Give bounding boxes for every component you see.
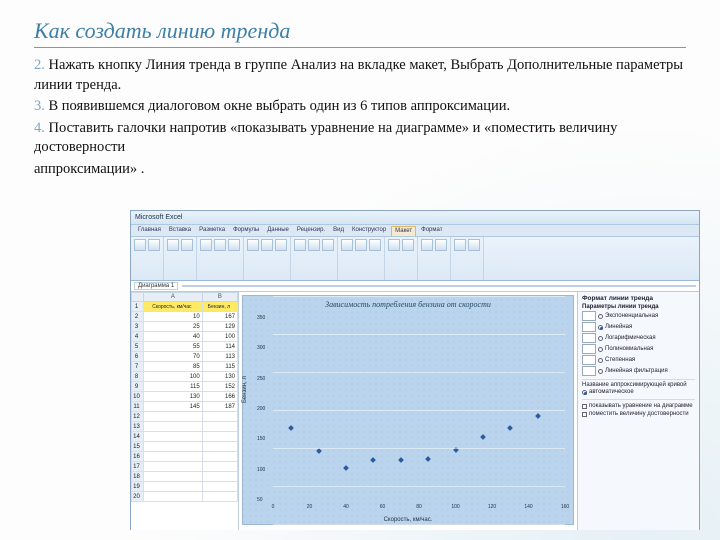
- tab-Конструктор[interactable]: Конструктор: [349, 226, 389, 236]
- opt-auto-name[interactable]: автоматическое: [582, 389, 695, 396]
- data-point[interactable]: [480, 434, 486, 440]
- ribbon-tabs[interactable]: ГлавнаяВставкаРазметкаФормулыДанныеРецен…: [131, 225, 699, 237]
- y-tick: 250: [257, 376, 265, 382]
- ribbon-button-icon[interactable]: [148, 239, 160, 251]
- data-point[interactable]: [398, 457, 404, 463]
- trend-option[interactable]: Линейная: [582, 322, 695, 332]
- ribbon-button-icon[interactable]: [214, 239, 226, 251]
- ribbon-button-icon[interactable]: [247, 239, 259, 251]
- tab-Макет[interactable]: Макет: [391, 226, 416, 236]
- formula-input[interactable]: [182, 285, 696, 287]
- window-titlebar: Microsoft Excel: [131, 211, 699, 225]
- data-point[interactable]: [535, 413, 541, 419]
- x-tick: 140: [524, 504, 532, 510]
- ribbon-button-icon[interactable]: [355, 239, 367, 251]
- plot-area: [273, 318, 565, 498]
- tab-Формат[interactable]: Формат: [418, 226, 445, 236]
- x-tick: 160: [561, 504, 569, 510]
- ribbon-button-icon[interactable]: [308, 239, 320, 251]
- worksheet[interactable]: AB1Скорость, км/часБензин, л210167325129…: [131, 292, 239, 530]
- ribbon-button-icon[interactable]: [369, 239, 381, 251]
- trendline-format-pane[interactable]: Формат линии тренда Параметры линии трен…: [577, 292, 699, 530]
- ribbon-button-icon[interactable]: [421, 239, 433, 251]
- trend-option[interactable]: Экспоненциальная: [582, 311, 695, 321]
- y-tick: 300: [257, 345, 265, 351]
- ribbon-button-icon[interactable]: [200, 239, 212, 251]
- chk-show-equation[interactable]: показывать уравнение на диаграмме: [582, 403, 695, 410]
- ribbon-button-icon[interactable]: [388, 239, 400, 251]
- x-tick: 20: [307, 504, 313, 510]
- slide-title: Как создать линию тренда: [34, 18, 686, 48]
- ribbon-button-icon[interactable]: [261, 239, 273, 251]
- slide-body: 2. Нажать кнопку Линия тренда в группе А…: [34, 56, 686, 179]
- y-tick: 50: [257, 497, 263, 503]
- ribbon-button-icon[interactable]: [468, 239, 480, 251]
- chk-show-r2[interactable]: поместить величину достоверности: [582, 411, 695, 418]
- excel-screenshot: Microsoft Excel ГлавнаяВставкаРазметкаФо…: [130, 210, 700, 530]
- x-tick: 100: [451, 504, 459, 510]
- ribbon-button-icon[interactable]: [134, 239, 146, 251]
- ribbon-button-icon[interactable]: [294, 239, 306, 251]
- ribbon-button-icon[interactable]: [454, 239, 466, 251]
- ribbon-button-icon[interactable]: [181, 239, 193, 251]
- trend-option[interactable]: Логарифмическая: [582, 333, 695, 343]
- ribbon: [131, 237, 699, 281]
- data-point[interactable]: [425, 456, 431, 462]
- x-tick: 60: [380, 504, 386, 510]
- chart-title: Зависимость потребления бензина от скоро…: [243, 296, 573, 309]
- y-tick: 200: [257, 406, 265, 412]
- data-point[interactable]: [343, 465, 349, 471]
- x-tick: 120: [488, 504, 496, 510]
- ribbon-button-icon[interactable]: [402, 239, 414, 251]
- y-tick: 100: [257, 467, 265, 473]
- x-tick: 80: [416, 504, 422, 510]
- ribbon-button-icon[interactable]: [341, 239, 353, 251]
- x-tick: 40: [343, 504, 349, 510]
- y-tick: 150: [257, 436, 265, 442]
- y-tick: 350: [257, 315, 265, 321]
- pane-section-name: Название аппроксимирующей кривой: [582, 379, 695, 388]
- y-axis-label: Бензин, л: [242, 376, 248, 403]
- tab-Вставка[interactable]: Вставка: [166, 226, 194, 236]
- pane-section-params: Параметры линии тренда: [582, 304, 695, 310]
- trend-option[interactable]: Полиномиальная: [582, 344, 695, 354]
- tab-Данные[interactable]: Данные: [264, 226, 292, 236]
- name-box[interactable]: Диаграмма 1: [134, 282, 178, 290]
- data-point[interactable]: [371, 457, 377, 463]
- data-point[interactable]: [507, 426, 513, 432]
- ribbon-button-icon[interactable]: [228, 239, 240, 251]
- chart-container[interactable]: Зависимость потребления бензина от скоро…: [239, 292, 577, 530]
- data-point[interactable]: [288, 425, 294, 431]
- x-tick: 0: [272, 504, 275, 510]
- x-axis-label: Скорость, км/час.: [243, 517, 573, 523]
- tab-Главная[interactable]: Главная: [135, 226, 164, 236]
- trend-option[interactable]: Степенная: [582, 355, 695, 365]
- tab-Рецензир.[interactable]: Рецензир.: [294, 226, 328, 236]
- ribbon-button-icon[interactable]: [167, 239, 179, 251]
- formula-bar[interactable]: Диаграмма 1: [131, 281, 699, 292]
- tab-Вид[interactable]: Вид: [330, 226, 347, 236]
- trend-option[interactable]: Линейная фильтрация: [582, 366, 695, 376]
- ribbon-button-icon[interactable]: [275, 239, 287, 251]
- tab-Разметка[interactable]: Разметка: [196, 226, 228, 236]
- tab-Формулы[interactable]: Формулы: [230, 226, 262, 236]
- ribbon-button-icon[interactable]: [435, 239, 447, 251]
- ribbon-button-icon[interactable]: [322, 239, 334, 251]
- pane-title: Формат линии тренда: [582, 295, 695, 302]
